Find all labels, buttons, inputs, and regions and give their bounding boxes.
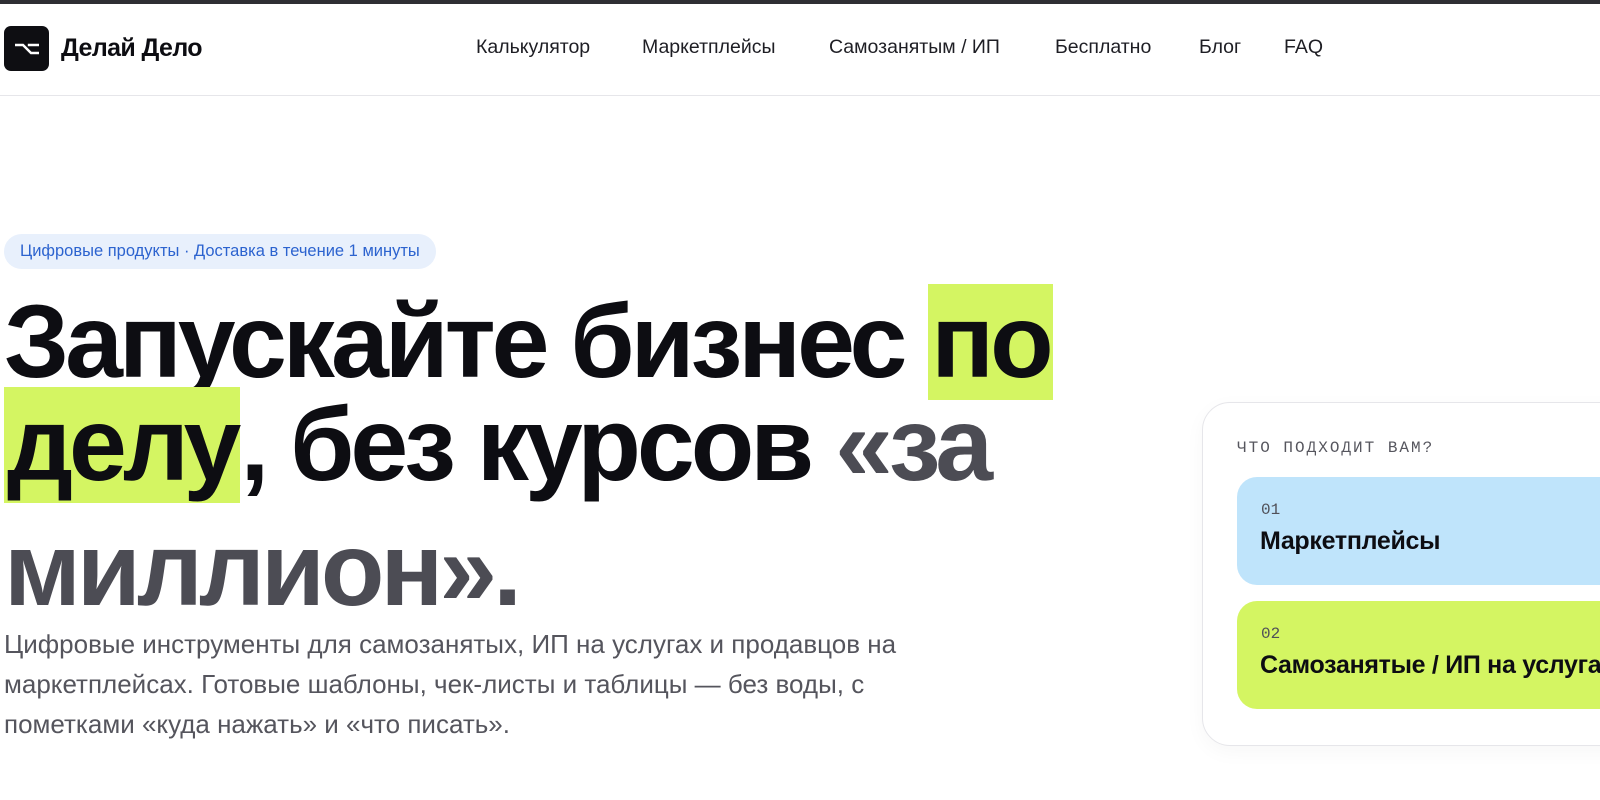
hero-title-highlight: делу (4, 387, 241, 503)
nav-link-marketplaces[interactable]: Маркетплейсы (642, 36, 775, 59)
hero-title-line-3: миллион». (4, 512, 522, 628)
brand-logo[interactable]: Делай Дело (4, 26, 203, 71)
hero-lead: Цифровые инструменты для самозанятых, ИП… (4, 629, 897, 739)
nav-link-self-employed[interactable]: Самозанятым / ИП (829, 36, 1000, 59)
option-number: 02 (1261, 625, 1281, 643)
hero-title-line-2: делу, без курсов «за (4, 379, 993, 511)
option-title: Маркетплейсы (1260, 527, 1441, 555)
audience-chooser-card: ЧТО ПОДХОДИТ ВАМ? 01 Маркетплейсы 02 Сам… (1202, 402, 1600, 746)
nav-link-faq[interactable]: FAQ (1284, 36, 1323, 59)
chooser-option-marketplaces[interactable]: 01 Маркетплейсы (1237, 477, 1600, 585)
option-key-icon (4, 26, 49, 71)
nav-link-free[interactable]: Бесплатно (1055, 36, 1151, 59)
nav-link-blog[interactable]: Блог (1199, 36, 1241, 59)
chooser-label: ЧТО ПОДХОДИТ ВАМ? (1237, 439, 1435, 457)
option-number: 01 (1261, 501, 1281, 519)
nav-link-calculator[interactable]: Калькулятор (476, 36, 590, 59)
site-header: Делай Дело Калькулятор Маркетплейсы Само… (0, 4, 1600, 96)
hero-title-muted: «за (835, 387, 993, 503)
option-title: Самозанятые / ИП на услугах (1260, 651, 1600, 679)
brand-name: Делай Дело (61, 34, 203, 62)
hero-title-part: , без курсов (240, 387, 836, 503)
chooser-option-self-employed[interactable]: 02 Самозанятые / ИП на услугах (1237, 601, 1600, 709)
hero-badge: Цифровые продукты · Доставка в течение 1… (4, 234, 436, 269)
